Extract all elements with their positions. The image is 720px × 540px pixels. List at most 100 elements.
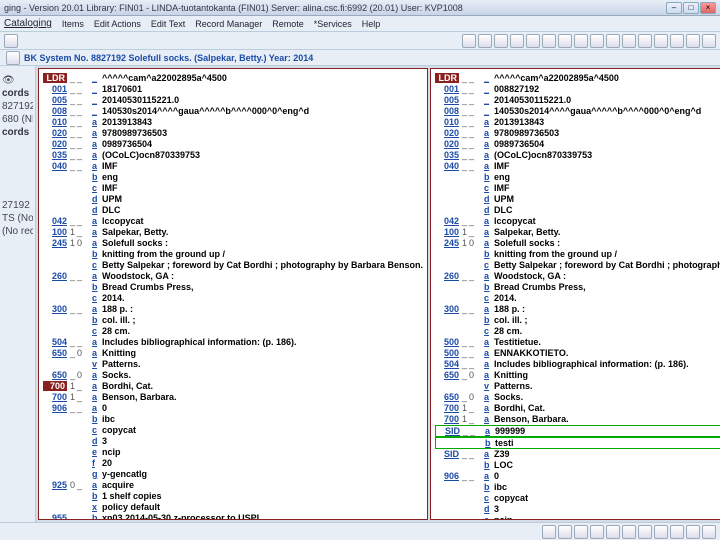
marc-value[interactable]: lccopycat [494,216,536,226]
marc-value[interactable]: ^^^^^cam^a22002895a^4500 [102,73,227,83]
marc-tag[interactable]: 040 [43,161,67,171]
marc-indicators[interactable]: 10 [462,238,482,248]
marc-tag[interactable]: 300 [435,304,459,314]
marc-field-row[interactable]: cBetty Salpekar ; foreword by Cat Bordhi… [43,260,423,271]
marc-field-row[interactable]: 7001_aBenson, Barbara. [43,392,423,403]
context-icon[interactable] [6,51,20,65]
marc-tag[interactable]: 100 [435,227,459,237]
marc-indicators[interactable]: __ [70,304,90,314]
tool-btn-7[interactable] [558,34,572,48]
marc-value[interactable]: Solefull socks : [494,238,560,248]
marc-field-row[interactable]: 020__a0989736504 [435,139,720,150]
marc-subfield[interactable]: a [484,216,494,226]
marc-indicators[interactable]: __ [462,95,482,105]
marc-indicators[interactable]: __ [70,161,90,171]
status-btn-4[interactable] [590,525,604,539]
marc-subfield[interactable]: a [484,128,494,138]
marc-tag[interactable]: 260 [435,271,459,281]
marc-field-row[interactable]: cBetty Salpekar ; foreword by Cat Bordhi… [435,260,720,271]
marc-indicators[interactable]: __ [462,348,482,358]
marc-value[interactable]: Z39 [494,449,510,459]
marc-value[interactable]: ibc [102,414,115,424]
marc-indicators[interactable]: __ [462,304,482,314]
marc-value[interactable]: Benson, Barbara. [102,392,177,402]
marc-right-pane[interactable]: LDR___^^^^^cam^a22002895a^4500001___0088… [430,68,720,520]
marc-field-row[interactable]: c28 cm. [435,326,720,337]
marc-value[interactable]: Solefull socks : [102,238,168,248]
marc-subfield[interactable]: b [92,315,102,325]
marc-subfield[interactable]: g [92,469,102,479]
marc-value[interactable]: UPM [494,194,514,204]
marc-field-row[interactable]: beng [435,172,720,183]
side-icon-1[interactable]: 👁 [2,74,33,87]
status-btn-3[interactable] [574,525,588,539]
marc-subfield[interactable]: a [92,480,102,490]
marc-value[interactable]: 0989736504 [102,139,152,149]
marc-field-row[interactable]: b1 shelf copies [43,491,423,502]
marc-indicators[interactable]: __ [462,449,482,459]
status-btn-5[interactable] [606,525,620,539]
marc-tag[interactable]: 906 [43,403,67,413]
marc-subfield[interactable]: b [92,491,102,501]
marc-value[interactable]: 008827192 [494,84,539,94]
marc-value[interactable]: policy default [102,502,160,512]
marc-field-row[interactable]: 24510aSolefull socks : [43,238,423,249]
marc-field-row[interactable]: vPatterns. [43,359,423,370]
marc-subfield[interactable]: b [92,414,102,424]
marc-value[interactable]: testi [495,438,514,448]
marc-subfield[interactable]: c [484,293,494,303]
marc-field-row[interactable]: bcol. ill. ; [43,315,423,326]
marc-subfield[interactable]: c [92,326,102,336]
marc-tag[interactable]: 700 [43,381,67,391]
tool-btn-2[interactable] [478,34,492,48]
marc-value[interactable]: 2014. [494,293,517,303]
marc-tag[interactable]: 008 [435,106,459,116]
marc-field-row[interactable]: 7001_aBordhi, Cat. [435,403,720,414]
marc-subfield[interactable]: _ [484,84,494,94]
marc-subfield[interactable]: _ [92,95,102,105]
marc-value[interactable]: col. ill. ; [102,315,136,325]
marc-value[interactable]: xn03 2014-05-30 z-processor to USPL [102,513,262,520]
marc-subfield[interactable]: b [484,482,494,492]
marc-field-row[interactable]: 650_0aKnitting [435,370,720,381]
marc-value[interactable]: Includes bibliographical information: (p… [494,359,689,369]
marc-subfield[interactable]: a [484,471,494,481]
marc-value[interactable]: Betty Salpekar ; foreword by Cat Bordhi … [102,260,423,270]
marc-subfield[interactable]: b [92,513,102,520]
marc-field-row[interactable]: 035__a(OCoLC)ocn870339753 [435,150,720,161]
marc-field-row[interactable]: gy-gencatlg [43,469,423,480]
marc-subfield[interactable]: d [484,205,494,215]
marc-field-row[interactable]: cIMF [435,183,720,194]
marc-subfield[interactable]: e [92,447,102,457]
sidebar-item[interactable]: TS (No rec [2,212,33,225]
maximize-button[interactable]: □ [683,2,699,14]
marc-value[interactable]: Bordhi, Cat. [494,403,545,413]
marc-indicators[interactable]: __ [462,471,482,481]
marc-tag[interactable]: 020 [435,139,459,149]
marc-subfield[interactable]: c [484,493,494,503]
marc-subfield[interactable]: a [92,392,102,402]
marc-field-row[interactable]: bcol. ill. ; [435,315,720,326]
marc-value[interactable]: (OCoLC)ocn870339753 [102,150,200,160]
marc-tag[interactable]: 020 [43,128,67,138]
marc-subfield[interactable]: a [485,426,495,436]
marc-field-row[interactable]: bknitting from the ground up / [435,249,720,260]
marc-subfield[interactable]: a [484,271,494,281]
tool-btn-11[interactable] [622,34,636,48]
marc-value[interactable]: Betty Salpekar ; foreword by Cat Bordhi … [494,260,720,270]
tool-btn-3[interactable] [494,34,508,48]
marc-subfield[interactable]: a [484,414,494,424]
tool-btn-8[interactable] [574,34,588,48]
marc-subfield[interactable]: b [92,249,102,259]
marc-indicators[interactable]: __ [70,139,90,149]
marc-subfield[interactable]: a [92,348,102,358]
marc-field-row[interactable]: cIMF [43,183,423,194]
minimize-button[interactable]: ‒ [666,2,682,14]
menu-cataloging[interactable]: Cataloging [4,18,52,29]
marc-indicators[interactable]: __ [462,139,482,149]
marc-subfield[interactable]: a [484,370,494,380]
marc-field-row[interactable]: 7001_aBenson, Barbara. [435,414,720,425]
marc-tag[interactable]: 008 [43,106,67,116]
marc-value[interactable]: 0989736504 [494,139,544,149]
marc-tag[interactable]: SID [436,426,460,436]
